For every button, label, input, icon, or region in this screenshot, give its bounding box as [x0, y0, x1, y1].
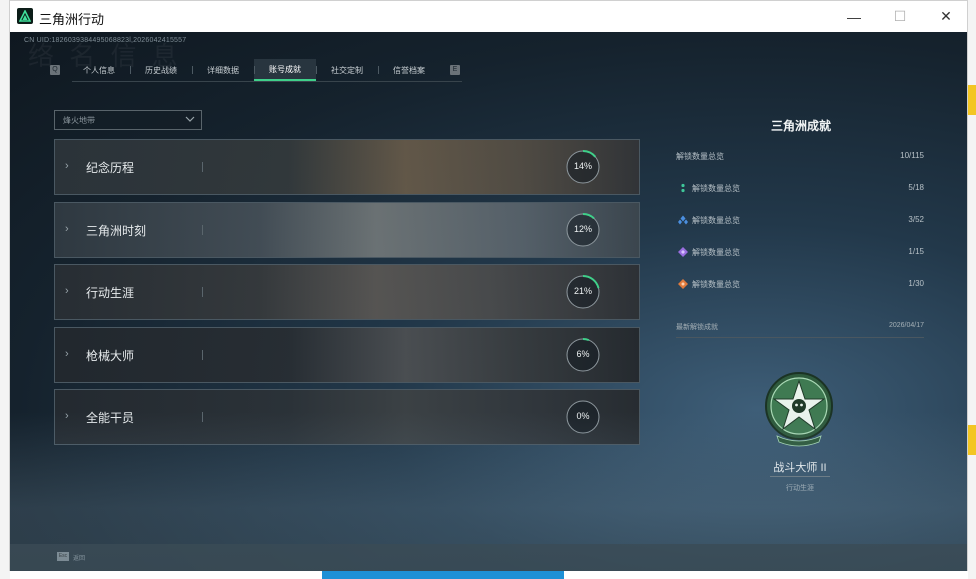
- card-artwork: [55, 390, 639, 444]
- tier-unlock-value: 1/30: [908, 279, 924, 288]
- progress-percent: 21%: [573, 286, 592, 296]
- latest-unlock-date: 2026/04/17: [888, 322, 924, 329]
- tab-reputation[interactable]: 信誉档案: [378, 59, 440, 81]
- tier-unlock-row: 解锁数量总览 5/18: [676, 183, 924, 197]
- title-bar: 三角洲行动 — ☐ ✕: [10, 1, 967, 32]
- delta-force-logo-icon: [17, 8, 33, 24]
- category-card[interactable]: › 行动生涯 21%: [54, 264, 640, 320]
- footer-bar: Esc 返回: [10, 544, 967, 571]
- tier-unlock-value: 1/15: [908, 247, 924, 256]
- chevron-right-icon: ›: [65, 410, 69, 422]
- game-client: 络 名 信 息 CN UID:1826039384495068823l,2026…: [10, 32, 967, 571]
- tier-unlock-row: 解锁数量总览 1/15: [676, 247, 924, 261]
- category-card[interactable]: › 纪念历程 14%: [54, 139, 640, 195]
- chevron-down-icon: [185, 116, 195, 122]
- category-card[interactable]: › 三角洲时刻 12%: [54, 201, 640, 258]
- badge-category: 行动生涯: [786, 485, 814, 492]
- divider: [770, 476, 830, 477]
- tab-social-custom[interactable]: 社交定制: [316, 59, 378, 81]
- tab-match-history[interactable]: 历史战绩: [130, 59, 192, 81]
- chevron-right-icon: ›: [65, 160, 69, 172]
- tier-unlock-label: 解锁数量总览: [692, 280, 740, 289]
- window-title: 三角洲行动: [39, 12, 105, 27]
- taskbar-fragment: [322, 571, 564, 579]
- blue-tier-icon: [678, 215, 688, 225]
- total-unlock-label: 解锁数量总览: [676, 152, 724, 161]
- total-unlock-value: 10/115: [900, 151, 924, 160]
- card-artwork: [55, 265, 639, 319]
- purple-tier-icon: [678, 247, 688, 257]
- progress-percent: 6%: [576, 348, 590, 359]
- card-artwork: [55, 327, 639, 382]
- category-label: 枪械大师: [86, 348, 135, 363]
- mode-filter-dropdown[interactable]: 烽火地带: [54, 110, 202, 130]
- tab-achievements[interactable]: 账号成就: [254, 59, 316, 81]
- chevron-right-icon: ›: [65, 222, 69, 235]
- maximize-button[interactable]: ☐: [877, 1, 923, 32]
- tier-unlock-value: 3/52: [908, 215, 924, 224]
- summary-title: 三角洲成就: [771, 119, 832, 133]
- total-unlock-row: 解锁数量总览 10/115: [676, 151, 924, 165]
- next-tab-key[interactable]: E: [450, 65, 460, 75]
- progress-percent: 0%: [576, 411, 590, 421]
- esc-key[interactable]: Esc: [57, 552, 69, 561]
- combat-master-badge-icon[interactable]: [763, 372, 835, 450]
- tier-unlock-value: 5/18: [908, 183, 924, 192]
- chevron-right-icon: ›: [65, 285, 69, 297]
- close-button[interactable]: ✕: [923, 1, 969, 32]
- progress-percent: 12%: [573, 223, 592, 234]
- category-label: 行动生涯: [86, 286, 135, 300]
- back-label[interactable]: 返回: [73, 553, 85, 562]
- prev-tab-key[interactable]: Q: [50, 65, 60, 75]
- badge-name: 战斗大师 II: [773, 462, 827, 474]
- category-label: 全能干员: [86, 411, 135, 425]
- divider: [202, 349, 203, 360]
- chevron-right-icon: ›: [65, 347, 69, 360]
- tier-unlock-label: 解锁数量总览: [692, 248, 740, 257]
- orange-tier-icon: [678, 279, 688, 289]
- latest-unlock-label: 最新解锁成就: [676, 324, 718, 331]
- achievement-category-list: › 纪念历程 14% › 三角洲时刻 12% › 行动生涯 21% › 枪械大师…: [54, 139, 640, 452]
- divider: [202, 287, 203, 297]
- divider: [202, 162, 203, 172]
- mode-filter-value: 烽火地带: [63, 115, 95, 125]
- category-label: 纪念历程: [86, 161, 135, 175]
- tab-underline-divider: [72, 81, 462, 82]
- tier-unlock-row: 解锁数量总览 3/52: [676, 215, 924, 229]
- category-card[interactable]: › 枪械大师 6%: [54, 326, 640, 383]
- uid-text: CN UID:1826039384495068823l,202604241555…: [24, 37, 187, 44]
- minimize-button[interactable]: —: [831, 1, 877, 32]
- app-window: 三角洲行动 — ☐ ✕ 络 名 信 息 CN UID:1826039384495…: [9, 0, 968, 571]
- tab-bar: Q 个人信息 历史战绩 详细数据 账号成就 社交定制 信誉档案 E: [50, 59, 460, 81]
- desktop-background-right: [968, 0, 976, 579]
- tab-personal-info[interactable]: 个人信息: [68, 59, 130, 81]
- green-tier-icon: [681, 183, 685, 193]
- card-artwork: [55, 140, 639, 194]
- tab-detailed-data[interactable]: 详细数据: [192, 59, 254, 81]
- tier-unlock-row: 解锁数量总览 1/30: [676, 279, 924, 293]
- category-card[interactable]: › 全能干员 0%: [54, 389, 640, 445]
- divider: [202, 224, 203, 235]
- latest-unlock-header: 最新解锁成就 2026/04/17: [676, 322, 924, 332]
- progress-percent: 14%: [573, 161, 592, 171]
- divider: [202, 412, 203, 422]
- tier-unlock-label: 解锁数量总览: [692, 216, 740, 225]
- divider: [676, 337, 924, 338]
- tier-unlock-label: 解锁数量总览: [692, 184, 740, 193]
- category-label: 三角洲时刻: [86, 223, 147, 238]
